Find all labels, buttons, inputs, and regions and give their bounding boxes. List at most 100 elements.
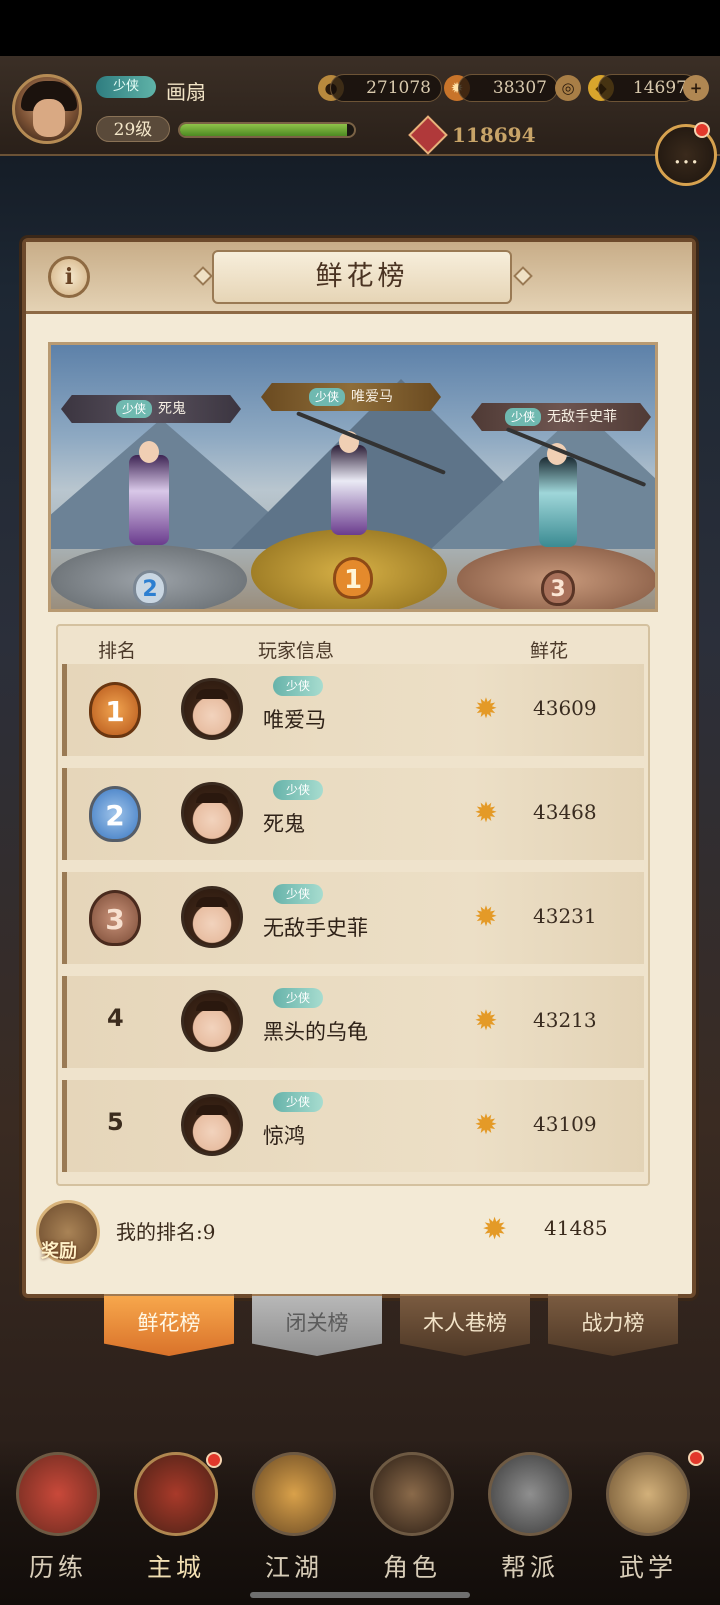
- rank-medal-gold: 1: [89, 682, 141, 738]
- info-icon[interactable]: i: [48, 256, 90, 298]
- player-title-tag: 少侠: [96, 76, 156, 98]
- second-place-tag: 少侠: [115, 400, 152, 418]
- combat-power: 118694: [408, 115, 588, 155]
- nav-jianghu[interactable]: 江湖: [244, 1452, 344, 1582]
- player-avatar[interactable]: [181, 678, 243, 740]
- title-left-ornament: [193, 266, 213, 286]
- avatar-face: [33, 99, 65, 137]
- rank-number: 4: [107, 1004, 124, 1032]
- tab-wooden-alley-ranking[interactable]: 木人巷榜: [400, 1294, 530, 1356]
- player-avatar[interactable]: [181, 886, 243, 948]
- home-indicator[interactable]: [250, 1592, 470, 1598]
- nav-martial-arts[interactable]: 武学: [598, 1452, 698, 1582]
- flower-icon: ✹: [474, 692, 498, 725]
- third-place-banner[interactable]: 少侠 无敌手史菲: [471, 403, 651, 431]
- table-row[interactable]: 4 少侠 黑头的乌龟 ✹ 43213: [62, 976, 644, 1068]
- header-rank: 排名: [98, 640, 137, 662]
- table-row[interactable]: 1 少侠 唯爱马 ✹ 43609: [62, 664, 644, 756]
- top-hud: 少侠 画扇 29级 ● 271078 ✹ 38307 ◎ ◆ 14697 + 1…: [0, 56, 720, 156]
- third-place-tag: 少侠: [504, 408, 541, 426]
- exp-fill: [180, 124, 348, 136]
- flower-count: 43609: [533, 696, 597, 720]
- header-flowers: 鲜花: [530, 640, 569, 662]
- leaderboard-panel: i 鲜花榜 少侠 死鬼 2 少侠 唯爱马 1 少侠 无敌手史菲 3 排名 玩家信…: [22, 238, 696, 1298]
- swordsman-icon: [370, 1452, 454, 1536]
- power-icon: [408, 115, 448, 155]
- combat-power-value: 118694: [452, 123, 536, 147]
- martial-arts-notification-dot: [688, 1450, 704, 1466]
- flower-count: 43231: [533, 904, 597, 928]
- token-icon: ◎: [555, 75, 581, 101]
- nav-clan[interactable]: 帮派: [480, 1452, 580, 1582]
- player-title-tag: 少侠: [273, 1092, 323, 1112]
- player-avatar[interactable]: [181, 1094, 243, 1156]
- character-body: [539, 457, 577, 547]
- nav-label: 主城: [146, 1553, 205, 1582]
- flower-count: 43468: [533, 800, 597, 824]
- player-title-tag: 少侠: [273, 988, 323, 1008]
- character-body: [129, 455, 169, 545]
- chat-notification-dot: [694, 122, 710, 138]
- flower-icon: ✹: [474, 1004, 498, 1037]
- character-head: [139, 441, 159, 463]
- tab-power-ranking[interactable]: 战力榜: [548, 1294, 678, 1356]
- nav-main-city[interactable]: 主城: [126, 1452, 226, 1582]
- flower-count: 38307: [458, 74, 558, 102]
- player-name: 黑头的乌龟: [263, 1020, 368, 1044]
- player-title-tag: 少侠: [273, 676, 323, 696]
- flower-count: 43213: [533, 1008, 597, 1032]
- nav-training[interactable]: 历练: [8, 1452, 108, 1582]
- nav-label: 武学: [618, 1553, 677, 1582]
- ranking-table: 排名 玩家信息 鲜花 1 少侠 唯爱马 ✹ 43609 2 少侠 死鬼 ✹ 43…: [56, 624, 650, 1186]
- flower-icon: ✹: [474, 796, 498, 829]
- third-place-name: 无敌手史菲: [547, 409, 617, 425]
- scroll-pouch-icon: [16, 1452, 100, 1536]
- coin-count: 271078: [330, 74, 442, 102]
- player-name: 无敌手史菲: [263, 916, 368, 940]
- header-player: 玩家信息: [258, 640, 335, 662]
- player-name: 唯爱马: [263, 708, 326, 732]
- sword-gourd-icon: [252, 1452, 336, 1536]
- character-body: [331, 445, 367, 535]
- player-avatar[interactable]: [181, 990, 243, 1052]
- panel-header: i 鲜花榜: [26, 242, 692, 314]
- scrolls-icon: [606, 1452, 690, 1536]
- flower-icon: ✹: [474, 1108, 498, 1141]
- first-place-banner[interactable]: 少侠 唯爱马: [261, 383, 441, 411]
- player-avatar[interactable]: [12, 74, 82, 144]
- second-place-banner[interactable]: 少侠 死鬼: [61, 395, 241, 423]
- clan-seal-icon: [488, 1452, 572, 1536]
- first-place-tag: 少侠: [308, 388, 345, 406]
- status-bar: [0, 0, 720, 56]
- chat-bubble-icon: …: [673, 140, 699, 170]
- title-right-ornament: [513, 266, 533, 286]
- city-gate-icon: [134, 1452, 218, 1536]
- player-level: 29级: [96, 116, 170, 142]
- add-gold-icon[interactable]: +: [683, 75, 709, 101]
- table-row[interactable]: 5 少侠 惊鸿 ✹ 43109: [62, 1080, 644, 1172]
- table-row[interactable]: 3 少侠 无敌手史菲 ✹ 43231: [62, 872, 644, 964]
- my-rank-text: 我的排名:9: [116, 1220, 216, 1244]
- rank-number: 5: [107, 1108, 124, 1136]
- podium-scene: 少侠 死鬼 2 少侠 唯爱马 1 少侠 无敌手史菲 3: [48, 342, 658, 612]
- nav-label: 江湖: [264, 1553, 323, 1582]
- player-avatar[interactable]: [181, 782, 243, 844]
- nav-label: 帮派: [500, 1553, 559, 1582]
- rank-medal-bronze: 3: [89, 890, 141, 946]
- nav-label: 角色: [382, 1553, 441, 1582]
- player-name: 死鬼: [263, 812, 305, 836]
- flower-icon: ✹: [482, 1212, 508, 1247]
- player-title-tag: 少侠: [273, 780, 323, 800]
- tab-seclusion-ranking[interactable]: 闭关榜: [252, 1294, 382, 1356]
- second-place-medal: 2: [133, 570, 167, 606]
- tab-flower-ranking[interactable]: 鲜花榜: [104, 1294, 234, 1356]
- reward-label: 奖励: [41, 1241, 77, 1262]
- nav-character[interactable]: 角色: [362, 1452, 462, 1582]
- third-place-medal: 3: [541, 570, 575, 606]
- panel-title: 鲜花榜: [212, 250, 512, 304]
- player-title-tag: 少侠: [273, 884, 323, 904]
- table-row[interactable]: 2 少侠 死鬼 ✹ 43468: [62, 768, 644, 860]
- my-flower-count: 41485: [544, 1216, 608, 1240]
- reward-chest-button[interactable]: 奖励: [36, 1200, 100, 1264]
- exp-bar: [178, 122, 356, 138]
